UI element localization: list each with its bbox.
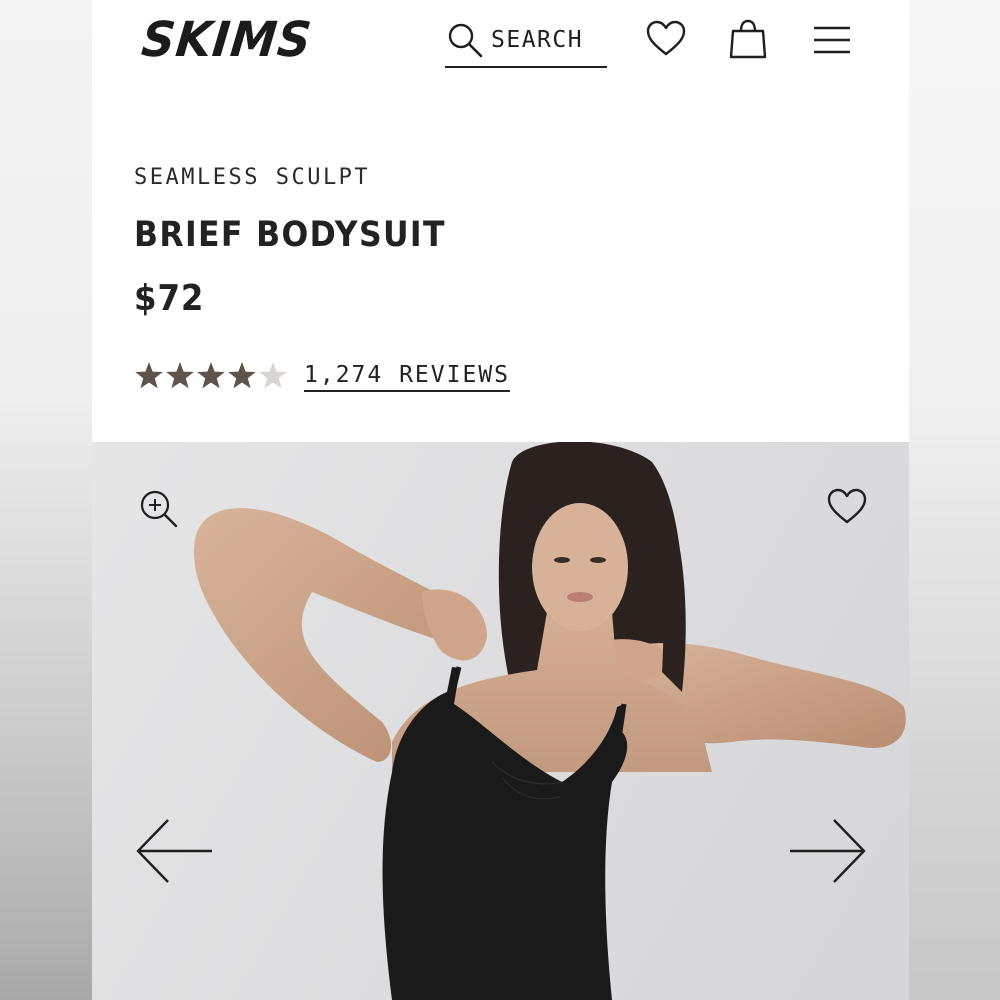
zoom-in-icon bbox=[140, 490, 178, 528]
arrow-left-icon bbox=[136, 819, 212, 883]
search-icon bbox=[448, 23, 483, 58]
add-to-wishlist-button[interactable] bbox=[824, 484, 870, 530]
arrow-right-icon bbox=[790, 819, 866, 883]
background-left bbox=[0, 0, 92, 1000]
menu-icon bbox=[814, 26, 850, 54]
brand-logo[interactable]: SKIMS bbox=[139, 6, 316, 71]
menu-button[interactable] bbox=[809, 16, 855, 62]
search-bar[interactable]: SEARCH bbox=[445, 14, 607, 68]
zoom-button[interactable] bbox=[136, 486, 182, 532]
next-image-button[interactable] bbox=[786, 816, 868, 886]
reviews-link[interactable]: 1,274 REVIEWS bbox=[304, 362, 511, 392]
previous-image-button[interactable] bbox=[134, 816, 216, 886]
product-title: BRIEF BODYSUIT bbox=[134, 215, 446, 255]
wishlist-button[interactable] bbox=[643, 16, 689, 62]
star-icon bbox=[197, 362, 225, 389]
background-right bbox=[908, 0, 1000, 1000]
star-rating-graphic bbox=[135, 362, 287, 389]
star-empty-icon bbox=[259, 362, 287, 389]
star-icon bbox=[228, 362, 256, 389]
product-image-gallery[interactable] bbox=[92, 442, 909, 1000]
cart-button[interactable] bbox=[725, 16, 771, 62]
product-page: SKIMS SEARCH SEAMLESS SCULPT BRIEF BODYS… bbox=[92, 0, 909, 1000]
product-collection: SEAMLESS SCULPT bbox=[134, 165, 371, 190]
search-label: SEARCH bbox=[491, 27, 584, 53]
product-photo bbox=[194, 442, 906, 1000]
shopping-bag-icon bbox=[729, 19, 767, 59]
star-rating[interactable] bbox=[134, 358, 289, 392]
star-icon bbox=[135, 362, 163, 389]
heart-icon bbox=[646, 20, 686, 56]
heart-icon bbox=[827, 488, 867, 524]
star-icon bbox=[166, 362, 194, 389]
product-price: $72 bbox=[134, 278, 205, 319]
